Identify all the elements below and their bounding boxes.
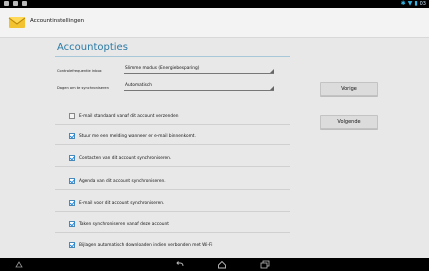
section-heading: Accountopties <box>57 42 128 53</box>
checkbox-checked-icon[interactable] <box>69 221 75 227</box>
bluetooth-icon: ✱ <box>400 0 406 7</box>
dropdown-corner-icon <box>270 86 274 90</box>
check-frequency-label: Controlefrequentie inbox <box>57 69 102 73</box>
checkbox-row[interactable]: Taken synchroniseren vanaf deze account <box>69 218 169 230</box>
checkbox-label: E-mail standaard vanaf dit account verze… <box>79 113 179 119</box>
back-icon[interactable] <box>175 260 185 269</box>
checkbox-label: Bijlagen automatisch downloaden indien v… <box>79 242 213 248</box>
checkbox-unchecked-icon[interactable] <box>69 113 75 119</box>
checkbox-row[interactable]: E-mail voor dit account synchroniseren. <box>69 197 164 209</box>
system-indicators: ✱ ▼ ▮ 03 <box>401 0 426 8</box>
notification-icons <box>4 1 27 6</box>
notification-icon <box>13 1 18 6</box>
checkbox-row[interactable]: Agenda van dit account synchroniseren. <box>69 175 166 187</box>
row-divider <box>55 232 290 233</box>
checkbox-label: Agenda van dit account synchroniseren. <box>79 178 166 184</box>
row-divider <box>55 144 290 145</box>
heading-divider <box>55 56 290 57</box>
app-envelope-icon[interactable] <box>8 13 26 31</box>
previous-button[interactable]: Vorige <box>320 82 378 96</box>
checkbox-checked-icon[interactable] <box>69 200 75 206</box>
notification-icon <box>4 1 9 6</box>
checkbox-label: Taken synchroniseren vanaf deze account <box>79 221 169 227</box>
check-frequency-value: Slimme modus (Energiebesparing) <box>125 66 200 71</box>
navigation-bar <box>0 258 429 271</box>
action-bar: Accountinstellingen <box>0 8 429 38</box>
row-divider <box>55 211 290 212</box>
checkbox-checked-icon[interactable] <box>69 178 75 184</box>
row-divider <box>55 124 290 125</box>
sync-days-value: Automatisch <box>125 83 152 88</box>
next-button[interactable]: Volgende <box>320 115 378 129</box>
recent-apps-icon[interactable] <box>260 260 270 269</box>
battery-icon: ▮ <box>414 0 418 7</box>
row-divider <box>55 189 290 190</box>
clock: 03 <box>419 1 426 7</box>
checkbox-label: Stuur me een melding wanneer er e-mail b… <box>79 133 196 139</box>
notification-icon <box>22 1 27 6</box>
checkbox-row[interactable]: Bijlagen automatisch downloaden indien v… <box>69 239 212 251</box>
checkbox-checked-icon[interactable] <box>69 133 75 139</box>
sync-days-select[interactable]: Automatisch <box>124 82 274 91</box>
sync-days-label: Dagen om te synchroniseren <box>57 86 109 90</box>
page-title: Accountinstellingen <box>30 18 85 24</box>
checkbox-label: Contacten van dit account synchroniseren… <box>79 155 172 161</box>
checkbox-label: E-mail voor dit account synchroniseren. <box>79 200 165 206</box>
checkbox-row[interactable]: Stuur me een melding wanneer er e-mail b… <box>69 130 196 142</box>
checkbox-checked-icon[interactable] <box>69 155 75 161</box>
checkbox-row[interactable]: E-mail standaard vanaf dit account verze… <box>69 110 178 122</box>
checkbox-row[interactable]: Contacten van dit account synchroniseren… <box>69 152 171 164</box>
dropdown-corner-icon <box>270 69 274 73</box>
wifi-icon: ▼ <box>407 0 413 7</box>
checkbox-checked-icon[interactable] <box>69 242 75 248</box>
status-bar: ✱ ▼ ▮ 03 <box>0 0 429 8</box>
check-frequency-select[interactable]: Slimme modus (Energiebesparing) <box>124 65 274 74</box>
keyboard-hide-icon[interactable] <box>14 260 24 269</box>
row-divider <box>55 166 290 167</box>
home-icon[interactable] <box>217 260 227 269</box>
